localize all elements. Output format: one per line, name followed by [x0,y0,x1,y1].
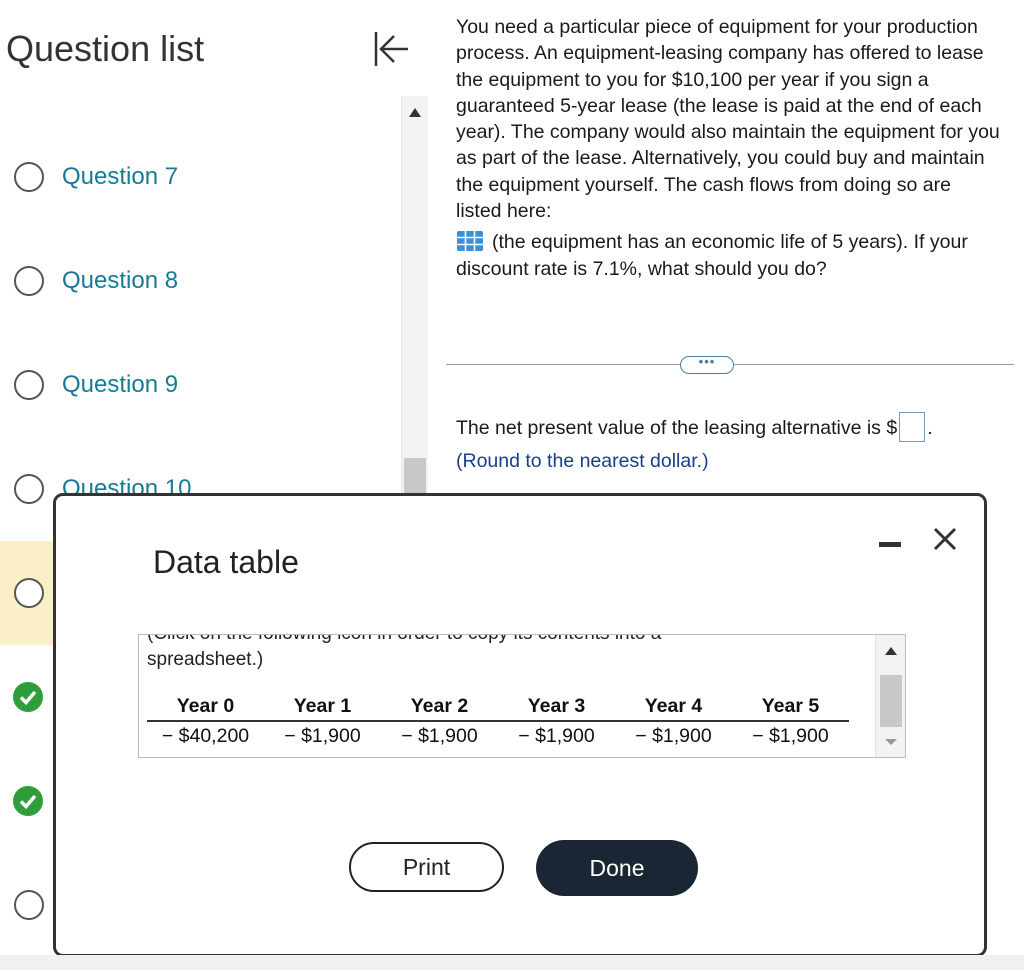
npv-answer-input[interactable] [899,412,926,442]
copy-instruction-clipped: (Click on the following icon in order to… [147,635,661,645]
column-header: Year 3 [498,693,615,722]
question-label: Question 9 [62,371,179,398]
scrollbar-thumb[interactable] [880,675,902,727]
expand-more-button[interactable]: ••• [680,355,734,374]
unanswered-circle-icon [14,890,44,920]
cash-flow-cell: − $1,900 [635,725,712,747]
done-button[interactable]: Done [536,840,698,896]
question-body-continued: (the equipment has an economic life of 5… [456,231,968,280]
question-body: You need a particular piece of equipment… [456,16,1000,223]
dialog-title: Data table [153,544,299,580]
data-table-scroll-area: (Click on the following icon in order to… [138,634,906,758]
question-item-7[interactable]: Question 7 [0,125,400,229]
check-circle-icon [13,682,43,712]
question-label: Question 7 [62,163,179,190]
answer-suffix: . [927,417,933,439]
cash-flow-cell: − $1,900 [401,725,478,747]
unanswered-circle-icon [14,266,44,296]
column-header: Year 2 [381,693,498,722]
column-header: Year 0 [147,693,264,722]
data-table-dialog: Data table (Click on the following icon … [53,493,987,957]
sidebar-title: Question list [6,28,205,69]
unanswered-circle-icon [14,162,44,192]
rounding-note: (Round to the nearest dollar.) [456,450,709,472]
bottom-bar [0,955,1024,970]
unanswered-circle-icon [14,370,44,400]
unanswered-circle-icon [14,474,44,504]
copy-instruction: spreadsheet.) [147,649,264,670]
table-scrollbar[interactable] [875,635,905,757]
collapse-left-icon [374,32,408,66]
cash-flow-cell: − $1,900 [518,725,595,747]
table-row: − $40,200 − $1,900 − $1,900 − $1,900 − $… [147,721,849,751]
print-button[interactable]: Print [349,842,504,892]
table-header-row: Year 0 Year 1 Year 2 Year 3 Year 4 Year … [147,693,849,722]
column-header: Year 5 [732,693,849,722]
column-header: Year 1 [264,693,381,722]
cash-flow-cell: − $1,900 [752,725,829,747]
answer-prompt: The net present value of the leasing alt… [456,417,898,439]
column-header: Year 4 [615,693,732,722]
minimize-button[interactable] [875,532,903,556]
data-table-grid-icon[interactable] [456,230,484,252]
question-text: You need a particular piece of equipment… [456,14,1001,282]
question-item-9[interactable]: Question 9 [0,333,400,437]
check-circle-icon [13,786,43,816]
cash-flow-table: Year 0 Year 1 Year 2 Year 3 Year 4 Year … [147,693,849,751]
cash-flow-cell: − $40,200 [161,725,250,747]
close-icon [933,527,957,551]
unanswered-circle-icon [14,578,44,608]
scroll-up-arrow-icon[interactable] [409,108,421,117]
close-button[interactable] [929,523,961,555]
answer-line: The net present value of the leasing alt… [456,412,933,442]
cash-flow-cell: − $1,900 [284,725,361,747]
scroll-up-arrow-icon[interactable] [885,647,897,655]
scroll-down-arrow-icon[interactable] [885,739,897,745]
question-label: Question 8 [62,267,179,294]
collapse-sidebar-button[interactable] [368,26,414,72]
question-item-8[interactable]: Question 8 [0,229,400,333]
